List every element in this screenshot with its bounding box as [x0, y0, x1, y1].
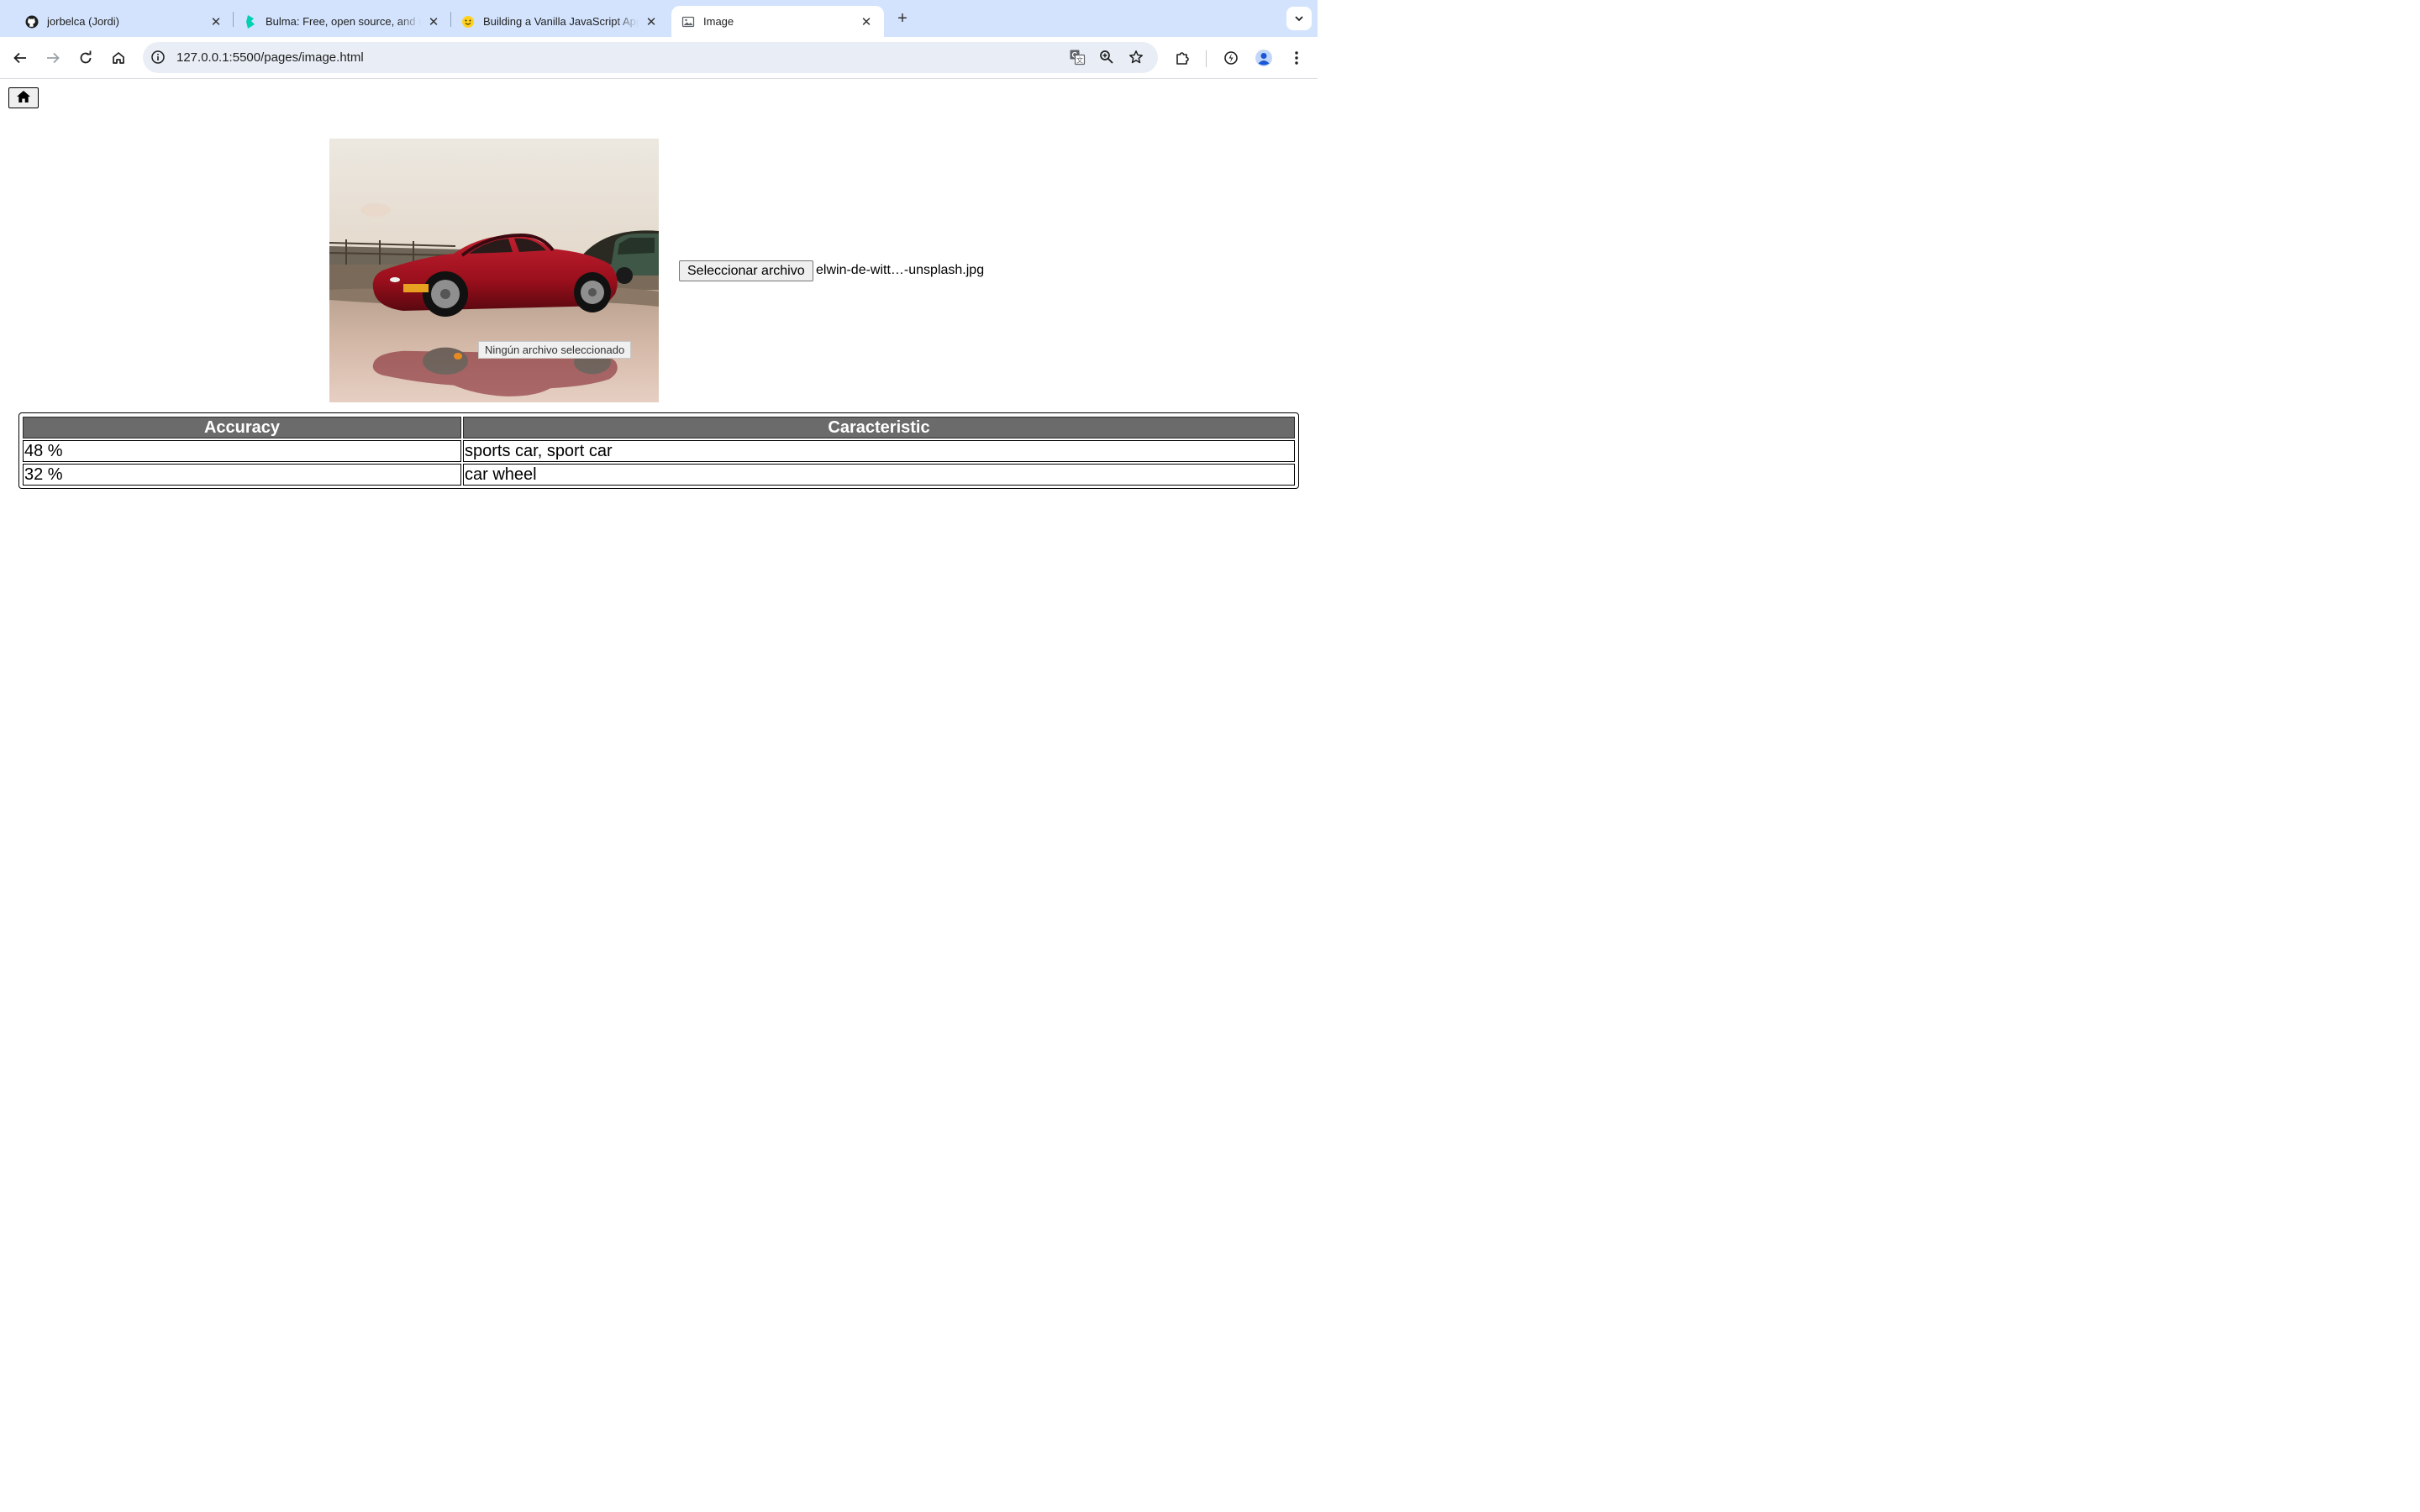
- menu-kebab-icon[interactable]: [1284, 45, 1309, 71]
- file-input-tooltip: Ningún archivo seleccionado: [478, 341, 632, 359]
- tab-bulma[interactable]: Bulma: Free, open source, and modern CSS…: [234, 6, 451, 37]
- svg-text:文: 文: [1076, 56, 1083, 65]
- site-info-icon[interactable]: [150, 50, 166, 65]
- url-text: 127.0.0.1:5500/pages/image.html: [176, 50, 364, 65]
- results-table: Accuracy Caracteristic 48 % sports car, …: [18, 412, 1299, 489]
- close-icon[interactable]: ✕: [859, 14, 874, 29]
- accuracy-cell: 48 %: [23, 440, 461, 462]
- home-button[interactable]: [8, 87, 39, 108]
- select-file-button[interactable]: Seleccionar archivo: [679, 260, 813, 281]
- table-row: 48 % sports car, sport car: [23, 440, 1295, 462]
- characteristic-cell: sports car, sport car: [463, 440, 1295, 462]
- bookmark-star-icon[interactable]: [1126, 47, 1146, 67]
- selected-file-name: elwin-de-witt…-unsplash.jpg: [816, 263, 985, 277]
- close-icon[interactable]: ✕: [644, 14, 659, 29]
- table-header-row: Accuracy Caracteristic: [23, 417, 1295, 438]
- tab-building-app[interactable]: Building a Vanilla JavaScript App ✕: [451, 6, 669, 37]
- close-icon[interactable]: ✕: [208, 14, 224, 29]
- reload-icon[interactable]: [73, 45, 98, 71]
- browser-toolbar: 127.0.0.1:5500/pages/image.html G文: [0, 37, 1318, 79]
- tab-title: Building a Vanilla JavaScript App: [483, 15, 639, 28]
- back-icon[interactable]: [8, 45, 33, 71]
- address-bar[interactable]: 127.0.0.1:5500/pages/image.html G文: [143, 42, 1158, 73]
- translate-icon[interactable]: G文: [1067, 47, 1087, 67]
- table-row: 32 % car wheel: [23, 464, 1295, 486]
- header-characteristic: Caracteristic: [463, 417, 1295, 438]
- tab-github[interactable]: jorbelca (Jordi) ✕: [15, 6, 234, 37]
- image-icon: [681, 15, 695, 29]
- toolbar-divider: [1206, 50, 1207, 67]
- forward-icon[interactable]: [40, 45, 66, 71]
- zoom-icon[interactable]: [1097, 47, 1117, 67]
- performance-icon[interactable]: [1218, 45, 1244, 71]
- tab-search-icon[interactable]: [1286, 7, 1312, 30]
- uploaded-image: [329, 139, 659, 402]
- bulma-icon: [244, 14, 257, 29]
- github-icon: [25, 15, 39, 29]
- new-tab-icon[interactable]: +: [892, 8, 913, 29]
- close-icon[interactable]: ✕: [426, 14, 441, 29]
- home-icon: [16, 90, 31, 106]
- header-accuracy: Accuracy: [23, 417, 461, 438]
- hugging-face-icon: [461, 15, 475, 29]
- home-icon[interactable]: [106, 45, 131, 71]
- tab-strip: jorbelca (Jordi) ✕ Bulma: Free, open sou…: [0, 0, 1318, 37]
- tab-title: Image: [703, 15, 734, 28]
- tab-title: jorbelca (Jordi): [47, 15, 119, 28]
- characteristic-cell: car wheel: [463, 464, 1295, 486]
- profile-avatar-icon[interactable]: [1251, 45, 1276, 71]
- tab-image[interactable]: Image ✕: [671, 6, 884, 37]
- accuracy-cell: 32 %: [23, 464, 461, 486]
- tab-title: Bulma: Free, open source, and modern CSS…: [266, 15, 421, 28]
- extensions-icon[interactable]: [1170, 45, 1195, 71]
